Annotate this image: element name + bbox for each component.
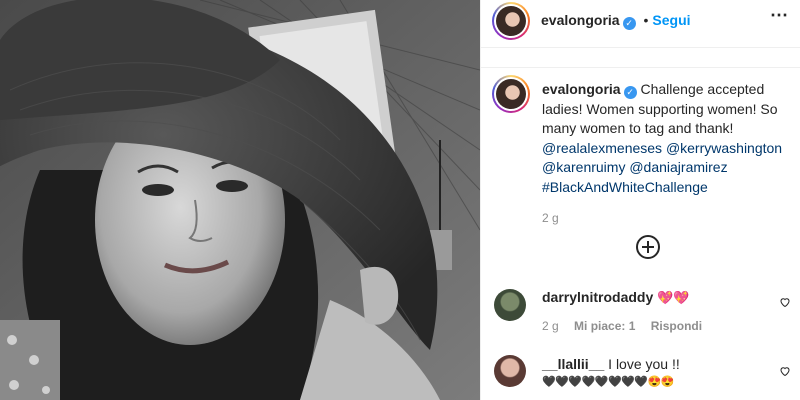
- caption-username[interactable]: evalongoria: [542, 81, 621, 97]
- comment-username[interactable]: darrylnitrodaddy: [542, 289, 653, 305]
- load-more-comments-icon[interactable]: [636, 235, 660, 259]
- comment-avatar[interactable]: [494, 355, 526, 387]
- comment-timestamp[interactable]: 2 g: [542, 319, 559, 333]
- header-avatar[interactable]: [492, 2, 530, 40]
- caption-line-3: many women to tag and thank!: [542, 120, 734, 136]
- comment: darrylnitrodaddy 💖💖: [542, 289, 690, 306]
- comment-meta: 2 g Mi piace: 1 Rispondi: [542, 319, 702, 333]
- header-divider: [481, 47, 800, 48]
- verified-badge-icon: ✓: [623, 86, 637, 99]
- caption-timestamp[interactable]: 2 g: [542, 209, 792, 229]
- post-header: [481, 0, 800, 68]
- comment-text: 💖💖: [657, 290, 690, 305]
- comment-likes[interactable]: Mi piace: 1: [574, 319, 635, 333]
- mention-link[interactable]: @kerrywashington: [666, 140, 782, 156]
- post-photo[interactable]: [0, 0, 480, 400]
- verified-badge-icon: ✓: [622, 17, 636, 30]
- header-username[interactable]: evalongoria: [541, 12, 620, 28]
- black-and-white-selfie-image: [0, 0, 480, 400]
- caption-line-2: ladies! Women supporting women! So: [542, 100, 778, 117]
- reply-button[interactable]: Rispondi: [651, 319, 702, 333]
- comment-text: I love you !!: [608, 356, 680, 372]
- caption-line-1: Challenge accepted: [640, 81, 765, 97]
- header-separator: •: [643, 12, 649, 28]
- comment-text-line-2: 🖤🖤🖤🖤🖤🖤🖤🖤😍😍: [542, 376, 674, 388]
- like-comment-heart-icon[interactable]: [779, 365, 791, 377]
- more-options-icon[interactable]: ⋯: [770, 5, 788, 26]
- comment: __llallii__ I love you !!: [542, 356, 680, 372]
- header-user-line: evalongoria ✓ • Segui: [541, 12, 691, 30]
- profile-avatar-icon: [496, 6, 526, 36]
- caption: evalongoria ✓ Challenge accepted ladies! …: [542, 80, 792, 229]
- mention-link[interactable]: @daniajramirez: [629, 159, 727, 175]
- like-comment-heart-icon[interactable]: [779, 296, 791, 308]
- comment-avatar[interactable]: [494, 289, 526, 321]
- profile-avatar-icon: [496, 79, 526, 109]
- mention-link[interactable]: @karenruimy: [542, 159, 625, 175]
- follow-button[interactable]: Segui: [652, 12, 690, 28]
- caption-avatar[interactable]: [492, 75, 530, 113]
- hashtag-link[interactable]: #BlackAndWhiteChallenge: [542, 178, 792, 198]
- comment-username[interactable]: __llallii__: [542, 356, 604, 372]
- mention-link[interactable]: @realalexmeneses: [542, 140, 662, 156]
